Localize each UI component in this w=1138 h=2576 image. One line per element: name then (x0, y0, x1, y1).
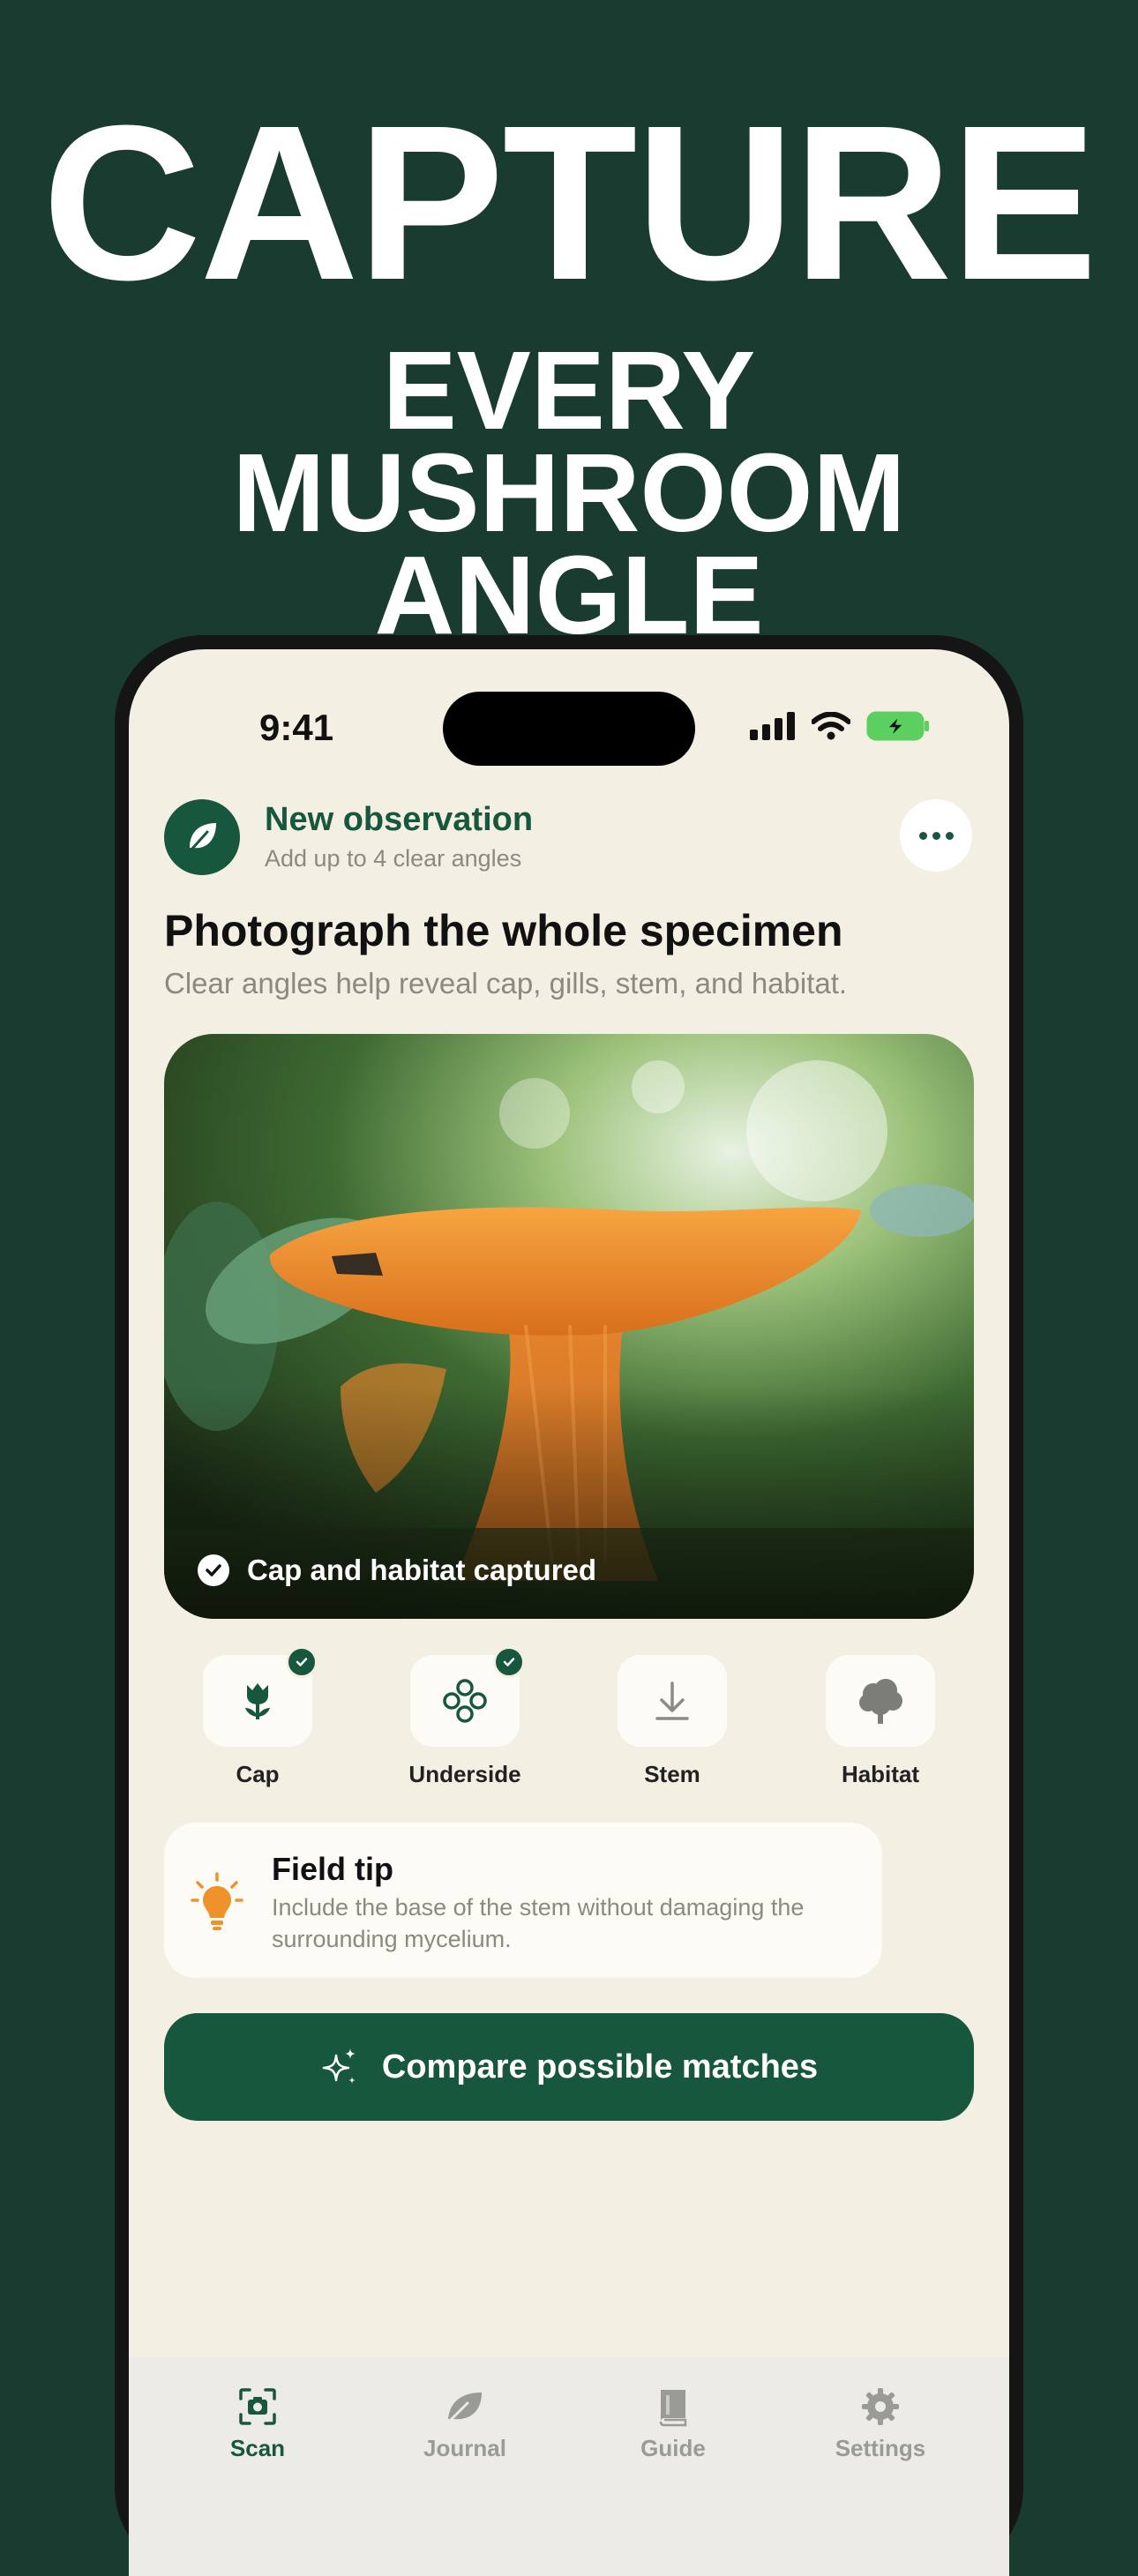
tab-journal[interactable]: Journal (403, 2382, 527, 2462)
photo-caption: Cap and habitat captured (198, 1554, 596, 1587)
tip-body: Include the base of the stem without dam… (272, 1894, 805, 1952)
check-icon (198, 1554, 229, 1586)
promo-line-angle: ANGLE (374, 533, 764, 657)
tulip-icon (245, 1683, 270, 1719)
gear-icon (862, 2388, 899, 2425)
angle-label: Habitat (841, 1761, 920, 1787)
leaf-icon (448, 2393, 482, 2422)
angle-cap[interactable]: Cap (203, 1646, 318, 1788)
sparkles-icon (322, 2048, 356, 2084)
header-subtitle: Add up to 4 clear angles (265, 845, 522, 872)
tab-scan[interactable]: Scan (196, 2382, 319, 2462)
promo-headline: CAPTURE (41, 79, 1097, 326)
lightbulb-icon (191, 1872, 243, 1938)
tab-label: Scan (229, 2435, 286, 2461)
header-title: New observation (265, 801, 534, 838)
page-subtitle: Clear angles help reveal cap, gills, ste… (164, 967, 848, 1000)
mushroom-photo-illustration (164, 1034, 974, 1619)
dynamic-island (443, 692, 695, 766)
captured-check-icon (493, 1646, 525, 1678)
field-tip-card: Field tip Include the base of the stem w… (164, 1823, 882, 1978)
observation-avatar (164, 799, 240, 875)
angle-underside[interactable]: Underside (408, 1646, 525, 1788)
angle-habitat[interactable]: Habitat (826, 1655, 935, 1788)
phone-frame: 9:41 New observation Add up to 4 clear a… (115, 635, 1023, 2576)
specimen-photo[interactable]: Cap and habitat captured (164, 1034, 974, 1619)
tip-title: Field tip (272, 1851, 393, 1887)
camera-scan-icon (239, 2388, 276, 2425)
app-screen: 9:41 New observation Add up to 4 clear a… (129, 649, 1009, 2576)
download-arrow-icon (655, 1681, 689, 1720)
ellipsis-icon (918, 831, 927, 840)
tab-settings[interactable]: Settings (819, 2382, 942, 2462)
photo-caption-text: Cap and habitat captured (247, 1554, 597, 1586)
angle-label: Stem (644, 1761, 700, 1787)
tree-icon (859, 1679, 902, 1724)
angle-stem[interactable]: Stem (618, 1655, 727, 1788)
captured-check-icon (286, 1646, 318, 1678)
tab-label: Guide (640, 2435, 706, 2461)
circles-icon (443, 1679, 487, 1723)
book-icon (659, 2390, 687, 2427)
tab-label: Settings (835, 2435, 926, 2461)
signal-icon (750, 712, 795, 740)
battery-charging-icon (866, 711, 929, 741)
status-icons (750, 711, 930, 741)
angle-label: Cap (236, 1761, 280, 1787)
promo-line-every: EVERY (382, 328, 756, 453)
leaf-icon (190, 823, 216, 851)
more-options-button[interactable] (900, 799, 972, 872)
tab-label: Journal (423, 2435, 506, 2461)
compare-matches-label: Compare possible matches (381, 2048, 819, 2086)
angle-label: Underside (408, 1761, 521, 1787)
promo-line-mushroom: MUSHROOM (232, 431, 906, 555)
tab-guide[interactable]: Guide (611, 2382, 735, 2462)
status-time: 9:41 (259, 707, 334, 748)
compare-matches-button[interactable]: Compare possible matches (164, 2013, 974, 2121)
angle-selector: Cap Underside Stem Habitat (164, 1646, 974, 1796)
promo-subheadline: EVERY MUSHROOM ANGLE (0, 328, 1138, 657)
wifi-icon (812, 712, 850, 740)
page-title: Photograph the whole specimen (164, 906, 843, 955)
tab-bar: Scan Journal Guide Settings (129, 2357, 1009, 2576)
